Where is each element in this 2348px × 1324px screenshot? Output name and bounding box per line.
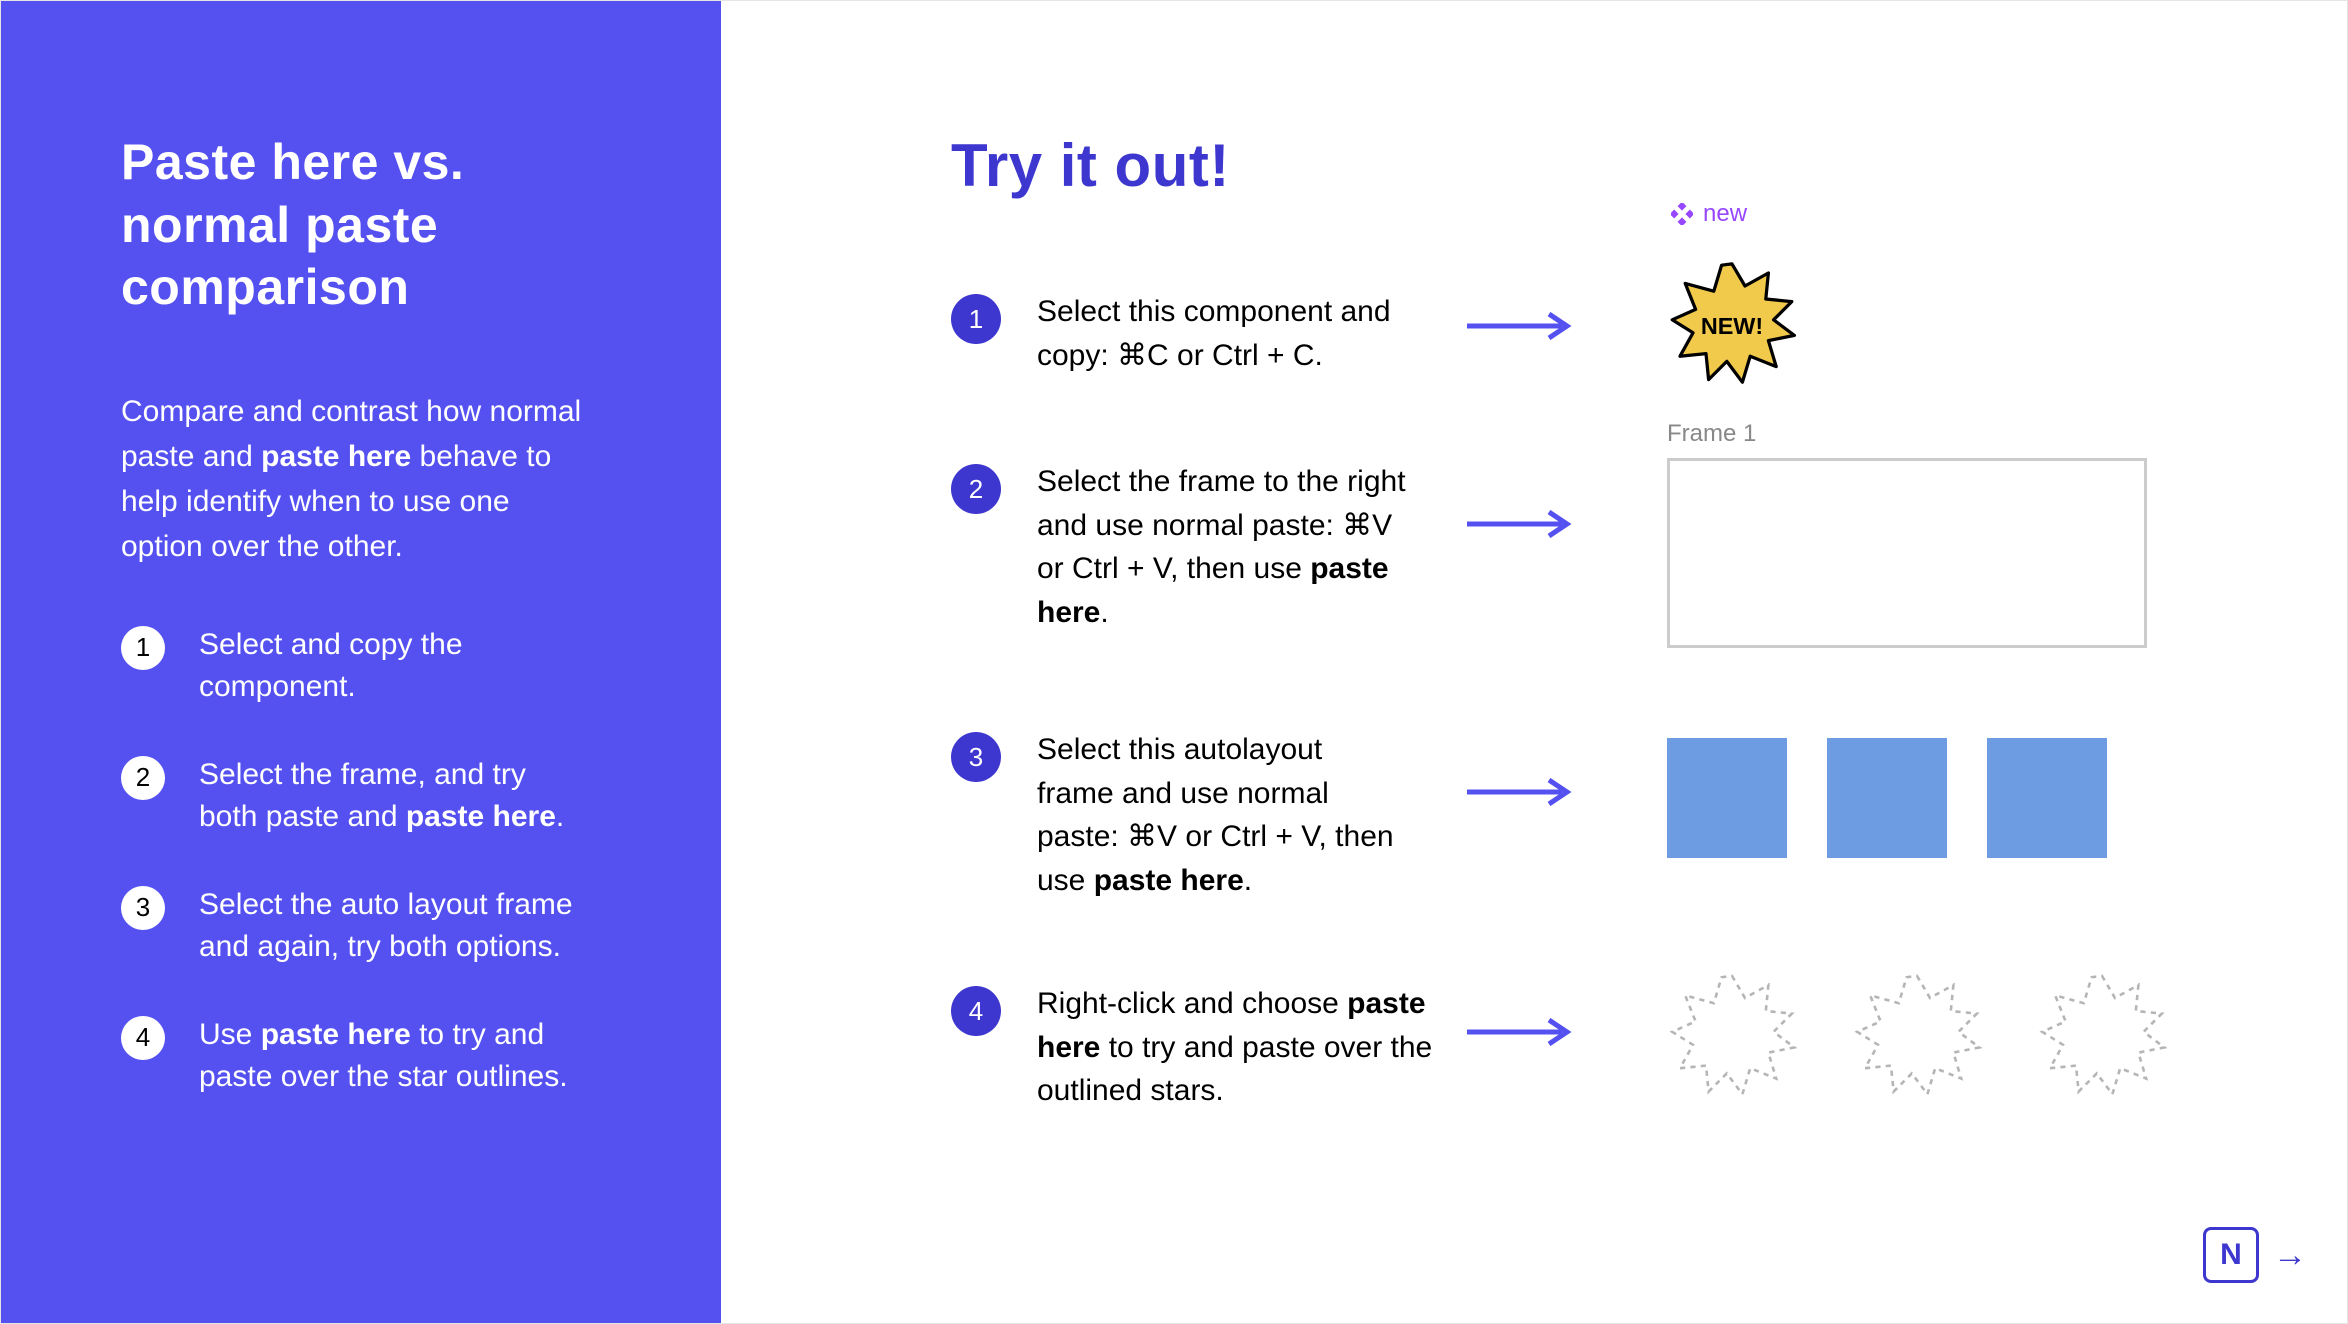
sidebar-title: Paste here vs. normal paste comparison [121, 131, 611, 319]
step-row: 1 Select this component and copy: ⌘C or … [951, 290, 2227, 380]
component-label: new [1671, 200, 1747, 228]
new-badge-component[interactable]: NEW! [1667, 260, 1787, 380]
step-description: Select this autolayout frame and use nor… [1037, 728, 1407, 902]
next-button-label: N [2220, 1238, 2242, 1272]
step-number-badge: 3 [121, 886, 165, 930]
step-number-badge: 1 [121, 626, 165, 670]
step-number-circle: 3 [951, 732, 1001, 782]
step1-visual: new NEW! [1667, 260, 1787, 380]
list-item: 4 Use paste here to try and paste over t… [121, 1014, 611, 1098]
step-text: Select the auto layout frame and again, … [199, 884, 579, 968]
next-page-nav: N → [2203, 1227, 2307, 1283]
arrow-right-icon [1467, 312, 1577, 340]
arrow-right-icon [1467, 510, 1577, 538]
arrow-right-icon: → [2273, 1236, 2307, 1275]
next-button[interactable]: N [2203, 1227, 2259, 1283]
step-number-circle: 4 [951, 986, 1001, 1036]
step2-visual: Frame 1 [1667, 420, 2147, 648]
square-shape [1827, 738, 1947, 858]
step3-visual [1667, 738, 2107, 858]
step-row: 3 Select this autolayout frame and use n… [951, 728, 2227, 902]
square-shape [1987, 738, 2107, 858]
step-description: Right-click and choose paste here to try… [1037, 982, 1437, 1113]
step-description: Select this component and copy: ⌘C or Ct… [1037, 290, 1407, 377]
step-number-badge: 4 [121, 1016, 165, 1060]
step-number-badge: 2 [121, 756, 165, 800]
step4-visual [1667, 972, 2167, 1102]
step-description: Select the frame to the right and use no… [1037, 460, 1407, 634]
step-row: 2 Select the frame to the right and use … [951, 460, 2227, 648]
main-heading: Try it out! [951, 131, 2227, 200]
badge-text: NEW! [1701, 313, 1763, 339]
sidebar-steps-list: 1 Select and copy the component. 2 Selec… [121, 624, 611, 1098]
intro-bold: paste here [261, 440, 411, 473]
star-outline-icon [2037, 972, 2167, 1102]
sidebar-intro: Compare and contrast how normal paste an… [121, 389, 591, 569]
step-text: Select and copy the component. [199, 624, 579, 708]
list-item: 3 Select the auto layout frame and again… [121, 884, 611, 968]
step-number-circle: 1 [951, 294, 1001, 344]
step-row: 4 Right-click and choose paste here to t… [951, 982, 2227, 1113]
component-icon [1671, 203, 1693, 225]
target-frame[interactable] [1667, 458, 2147, 648]
star-outlines-group[interactable] [1667, 972, 2167, 1102]
list-item: 2 Select the frame, and try both paste a… [121, 754, 611, 838]
step-text: Select the frame, and try both paste and… [199, 754, 579, 838]
step-number-circle: 2 [951, 464, 1001, 514]
frame-label: Frame 1 [1667, 420, 2147, 448]
star-outline-icon [1852, 972, 1982, 1102]
autolayout-frame[interactable] [1667, 738, 2107, 858]
star-outline-icon [1667, 972, 1797, 1102]
step-text: Use paste here to try and paste over the… [199, 1014, 579, 1098]
sidebar-panel: Paste here vs. normal paste comparison C… [1, 1, 721, 1323]
canvas-page: Paste here vs. normal paste comparison C… [0, 0, 2348, 1324]
arrow-right-icon [1467, 778, 1577, 806]
square-shape [1667, 738, 1787, 858]
component-label-text: new [1703, 200, 1747, 228]
main-panel: Try it out! 1 Select this component and … [721, 1, 2347, 1323]
arrow-right-icon [1467, 1018, 1577, 1046]
list-item: 1 Select and copy the component. [121, 624, 611, 708]
